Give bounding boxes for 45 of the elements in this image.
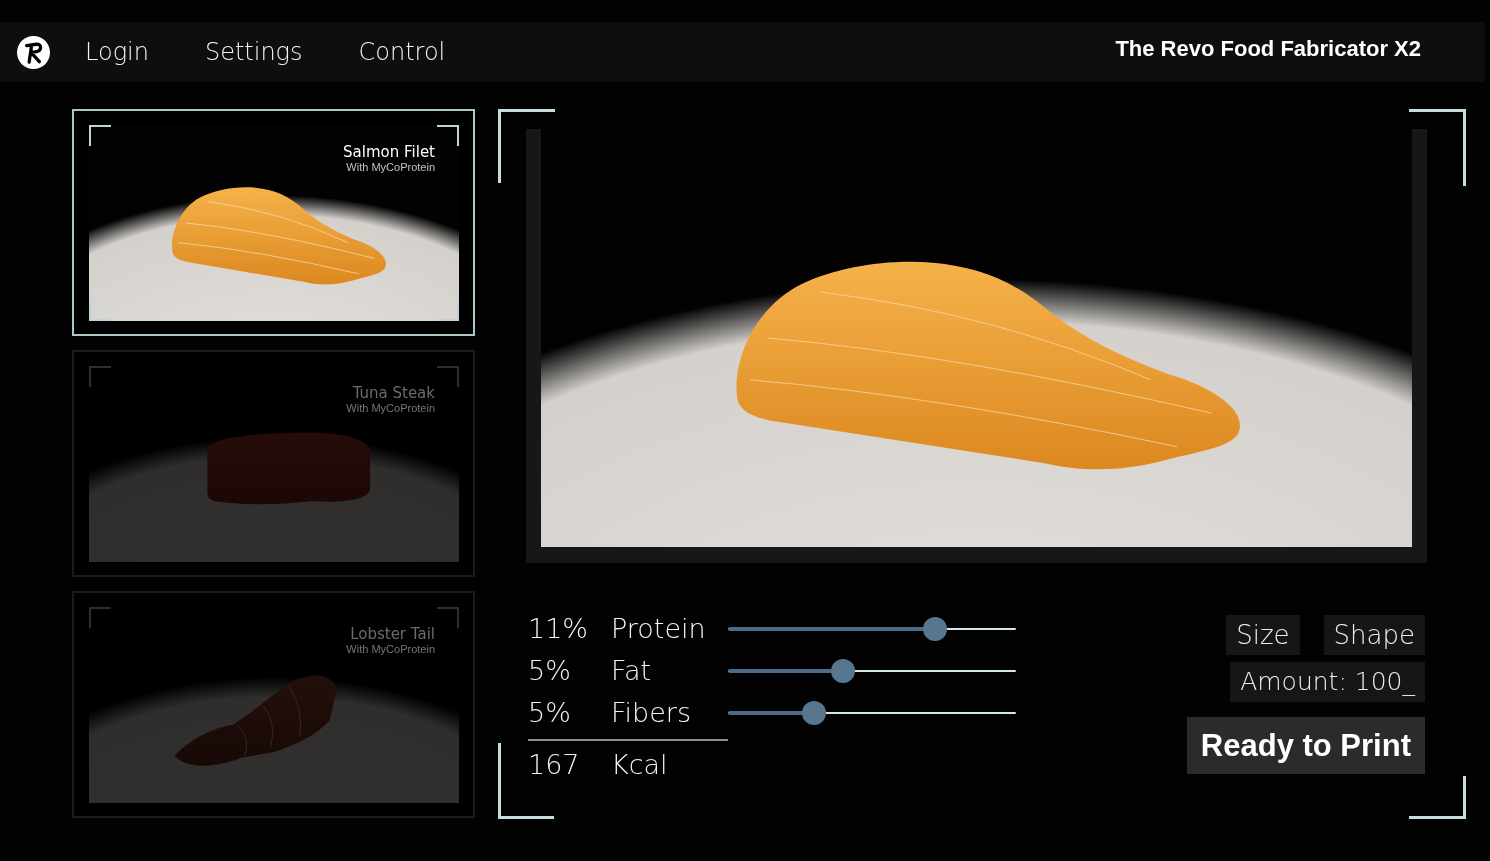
recipe-subtitle: With MyCoProtein <box>346 643 435 656</box>
recipe-subtitle: With MyCoProtein <box>346 402 435 415</box>
nutrient-percent: 5% <box>528 654 572 688</box>
corner-bracket <box>1409 776 1466 819</box>
nutrient-percent: 11% <box>528 612 589 646</box>
nutrient-slider[interactable] <box>728 659 1016 683</box>
corner-bracket <box>89 125 111 146</box>
corner-bracket <box>437 125 459 146</box>
corner-bracket <box>437 782 459 803</box>
amount-field[interactable]: Amount: 100_ <box>1230 662 1425 702</box>
print-button[interactable]: Ready to Print <box>1186 717 1425 774</box>
slider-thumb[interactable] <box>802 701 827 725</box>
nav-link[interactable]: Settings <box>204 37 303 67</box>
kcal-value: 167 <box>528 748 581 782</box>
nav-link[interactable]: Control <box>358 37 446 67</box>
option-button[interactable]: Shape <box>1323 615 1425 655</box>
recipe-title: Lobster Tail <box>350 625 435 643</box>
nutrient-percent: 5% <box>528 696 572 730</box>
corner-bracket <box>437 300 459 321</box>
nav-link[interactable]: Login <box>85 37 149 67</box>
slider-thumb[interactable] <box>923 617 948 641</box>
recipe-subtitle: With MyCoProtein <box>346 161 435 174</box>
corner-bracket <box>437 541 459 562</box>
recipe-card[interactable]: Lobster Tail With MyCoProtein <box>72 591 475 818</box>
kcal-unit: Kcal <box>611 748 669 782</box>
corner-bracket <box>89 366 111 387</box>
recipe-title: Salmon Filet <box>343 143 435 161</box>
corner-bracket <box>437 366 459 387</box>
logo-icon[interactable] <box>17 35 50 69</box>
corner-bracket <box>89 300 111 321</box>
nutrient-name: Fibers <box>611 696 692 730</box>
nutrient-slider[interactable] <box>728 617 1016 641</box>
nutrient-name: Fat <box>611 654 653 688</box>
corner-bracket <box>89 541 111 562</box>
nutrient-slider[interactable] <box>728 701 1016 725</box>
corner-bracket <box>437 607 459 628</box>
corner-bracket <box>89 782 111 803</box>
slider-thumb[interactable] <box>831 659 856 683</box>
option-button[interactable]: Size <box>1226 615 1300 655</box>
recipe-card[interactable]: Salmon Filet With MyCoProtein <box>72 109 475 336</box>
corner-bracket <box>89 607 111 628</box>
app-title: The Revo Food Fabricator X2 <box>1115 36 1421 62</box>
nutrient-name: Protein <box>611 612 707 646</box>
recipe-title: Tuna Steak <box>352 384 435 402</box>
recipe-card[interactable]: Tuna Steak With MyCoProtein <box>72 350 475 577</box>
